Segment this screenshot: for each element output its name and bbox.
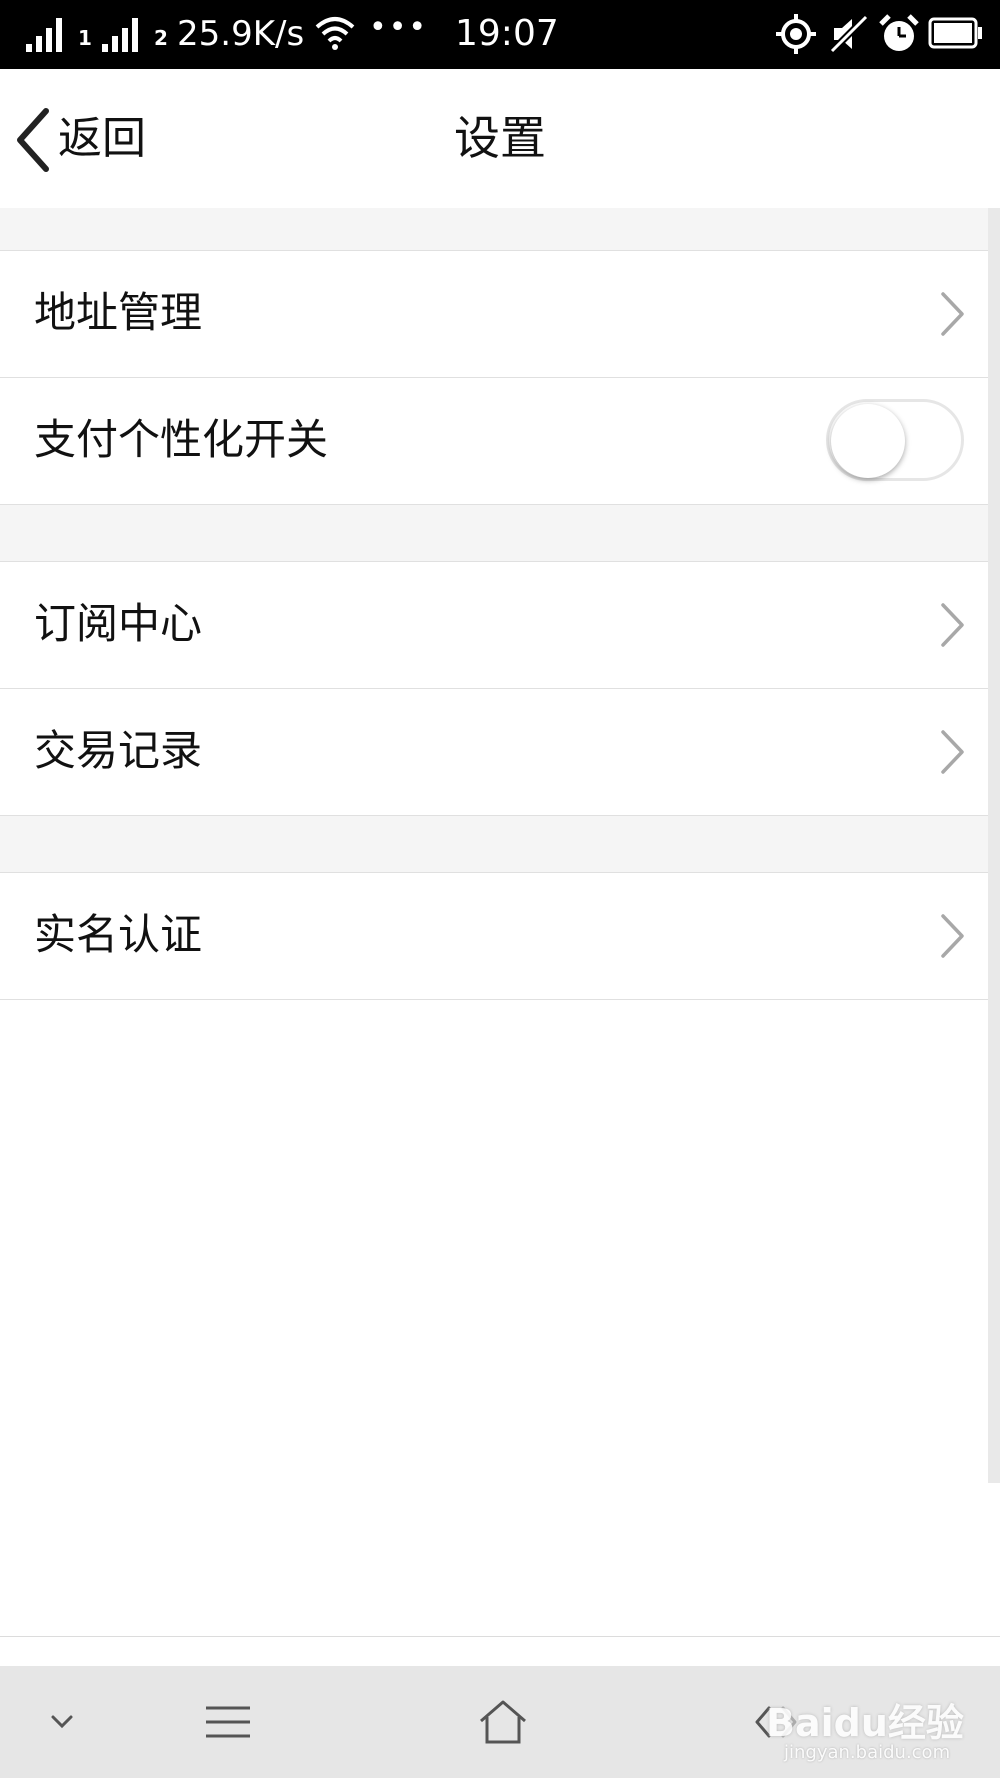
settings-list: 地址管理 支付个性化开关 订阅中心 交易记录 实名认证	[0, 208, 988, 1635]
watermark-text: Baidu经验	[766, 1701, 964, 1745]
row-label: 地址管理	[34, 288, 203, 337]
scrollbar[interactable]	[988, 208, 1000, 1483]
row-label: 支付个性化开关	[34, 415, 329, 464]
mute-icon	[829, 14, 869, 54]
sim2-label: 2	[154, 26, 168, 50]
chevron-right-icon	[941, 603, 964, 647]
row-real-name-verification[interactable]: 实名认证	[0, 873, 988, 1000]
clock: 19:07	[455, 13, 559, 54]
battery-icon	[928, 17, 982, 49]
chevron-down-icon	[51, 1715, 73, 1729]
row-payment-personalization: 支付个性化开关	[0, 378, 988, 505]
network-speed: 25.9K/s	[177, 14, 305, 54]
home-button[interactable]	[443, 1666, 563, 1778]
navigation-bar: 返回 设置	[0, 69, 1000, 208]
row-transaction-records[interactable]: 交易记录	[0, 689, 988, 816]
gps-icon	[776, 14, 816, 54]
section-gap	[0, 816, 988, 873]
section-gap	[0, 505, 988, 562]
row-label: 订阅中心	[34, 599, 203, 648]
wifi-icon	[315, 17, 355, 50]
status-bar: 1 2 25.9K/s ••• 19:07	[0, 0, 1000, 69]
chevron-right-icon	[941, 914, 964, 958]
row-label: 实名认证	[34, 910, 203, 959]
sim1-label: 1	[78, 26, 92, 50]
more-dots: •••	[369, 10, 429, 45]
row-label: 交易记录	[34, 726, 203, 775]
row-subscription-center[interactable]: 订阅中心	[0, 562, 988, 689]
toolbar-divider	[0, 1636, 1000, 1637]
chevron-right-icon	[941, 292, 964, 336]
row-address-management[interactable]: 地址管理	[0, 251, 988, 378]
page-title: 设置	[454, 111, 546, 165]
collapse-button[interactable]	[2, 1666, 122, 1778]
chevron-right-icon	[941, 730, 964, 774]
payment-personalization-toggle[interactable]	[826, 399, 964, 481]
menu-button[interactable]	[168, 1666, 288, 1778]
toggle-knob	[831, 404, 905, 478]
alarm-icon	[879, 14, 919, 51]
home-icon	[480, 1700, 526, 1744]
watermark-url: jingyan.baidu.com	[784, 1742, 951, 1763]
menu-icon	[206, 1706, 250, 1738]
section-gap	[0, 208, 988, 251]
baidu-watermark: Baidu经验 jingyan.baidu.com	[760, 1672, 1000, 1776]
